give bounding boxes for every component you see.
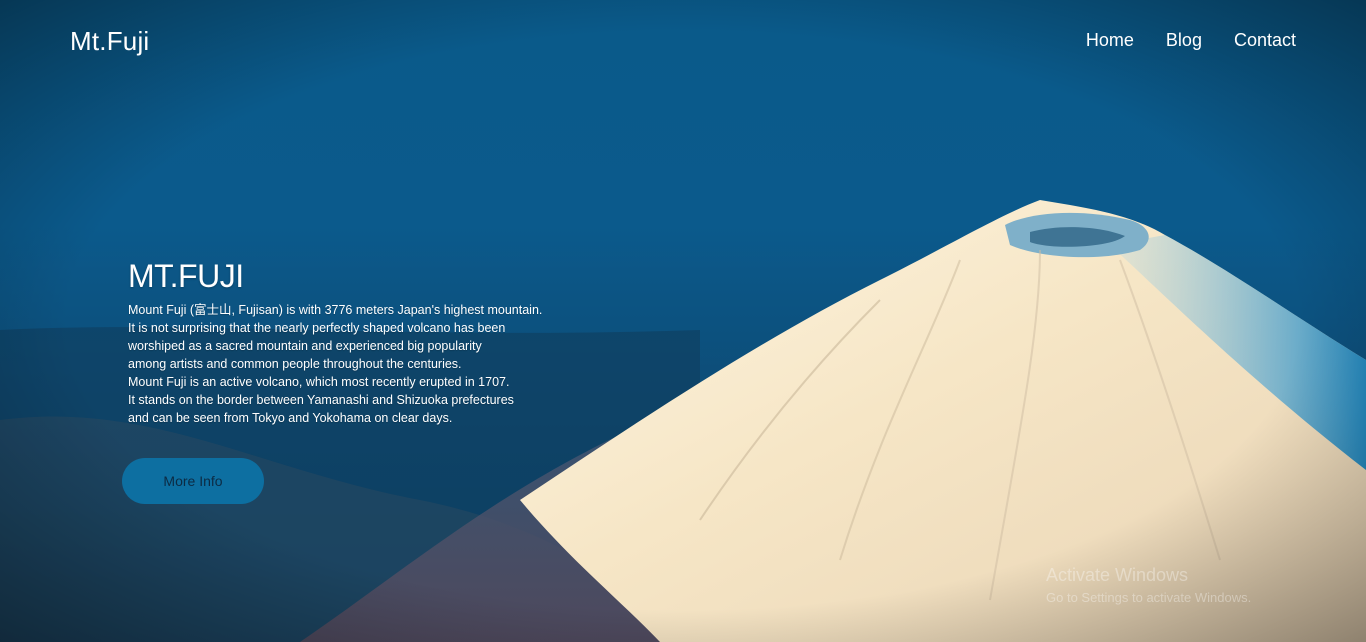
description-line: Mount Fuji is an active volcano, which m… bbox=[128, 375, 510, 389]
watermark-subtitle: Go to Settings to activate Windows. bbox=[1046, 590, 1252, 605]
nav-blog-link[interactable]: Blog bbox=[1166, 30, 1202, 51]
hero-title: MT.FUJI bbox=[128, 258, 244, 294]
description-line: among artists and common people througho… bbox=[128, 357, 462, 371]
more-info-button[interactable]: More Info bbox=[122, 458, 264, 504]
description-line: Mount Fuji (富士山, Fujisan) is with 3776 m… bbox=[128, 303, 543, 317]
watermark-title: Activate Windows bbox=[1046, 565, 1189, 585]
description-line: It stands on the border between Yamanash… bbox=[128, 393, 514, 407]
site-logo[interactable]: Mt.Fuji bbox=[70, 26, 149, 57]
nav-home-link[interactable]: Home bbox=[1086, 30, 1134, 51]
windows-activation-watermark: Activate Windows Go to Settings to activ… bbox=[1046, 565, 1251, 605]
hero-content: MT.FUJI Mount Fuji (富士山, Fujisan) is wit… bbox=[128, 258, 588, 427]
description-line: It is not surprising that the nearly per… bbox=[128, 321, 506, 335]
hero-description: Mount Fuji (富士山, Fujisan) is with 3776 m… bbox=[128, 301, 588, 427]
main-nav: Home Blog Contact bbox=[1086, 30, 1296, 51]
description-line: worshiped as a sacred mountain and exper… bbox=[128, 339, 482, 353]
hero-section: Mt.Fuji Home Blog Contact MT.FUJI Mount … bbox=[0, 0, 1366, 642]
description-line: and can be seen from Tokyo and Yokohama … bbox=[128, 411, 453, 425]
nav-contact-link[interactable]: Contact bbox=[1234, 30, 1296, 51]
